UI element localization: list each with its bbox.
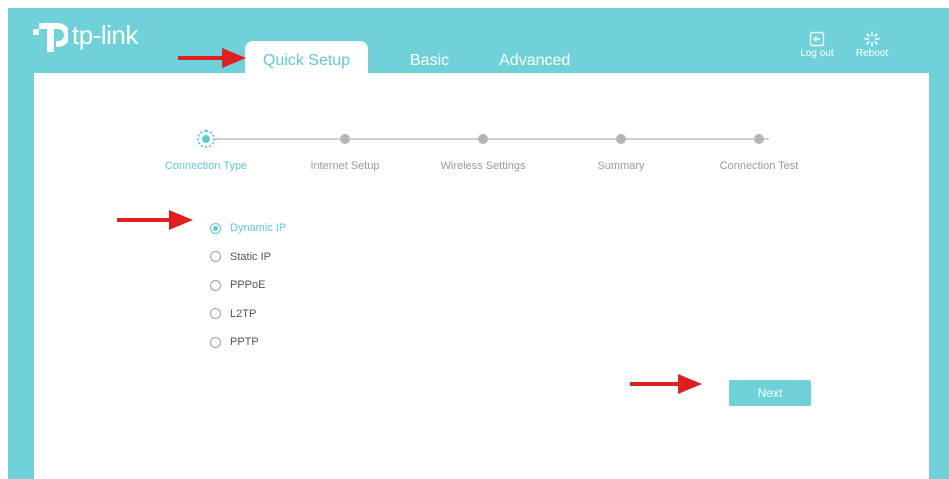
stepper-track: [215, 138, 769, 140]
app-frame: tp-link Quick Setup Basic Advanced Log o…: [8, 8, 949, 479]
option-dynamic-ip[interactable]: Dynamic IP: [210, 220, 286, 236]
option-label-static-ip: Static IP: [230, 250, 271, 263]
next-button[interactable]: Next: [729, 380, 811, 406]
step-dot-internet-setup: [340, 134, 350, 144]
tp-link-logo-icon: [33, 23, 68, 52]
option-pppoe[interactable]: PPPoE: [210, 277, 286, 293]
option-label-l2tp: L2TP: [230, 307, 257, 320]
option-pptp[interactable]: PPTP: [210, 334, 286, 350]
step-dot-connection-test: [754, 134, 764, 144]
reboot-icon: [864, 31, 880, 47]
tp-link-logo: tp-link: [30, 16, 138, 54]
step-label-connection-type: Connection Type: [164, 160, 248, 172]
radio-pptp[interactable]: [210, 336, 221, 348]
reboot-button[interactable]: Reboot: [850, 31, 894, 59]
radio-pppoe[interactable]: [210, 279, 221, 291]
connection-type-options: Dynamic IP Static IP PPPoE L2TP PPTP: [210, 220, 286, 363]
reboot-label: Reboot: [855, 48, 889, 59]
annotation-arrow-dynamic-ip: [117, 210, 193, 230]
radio-static-ip[interactable]: [210, 251, 221, 262]
setup-stepper: Connection Type Internet Setup Wireless …: [34, 123, 929, 183]
annotation-arrow-quick-setup: [178, 48, 246, 68]
step-label-summary: Summary: [597, 160, 645, 172]
step-label-internet-setup: Internet Setup: [310, 160, 380, 172]
step-dot-summary: [616, 134, 626, 144]
option-label-dynamic-ip: Dynamic IP: [230, 222, 287, 234]
logout-label: Log out: [800, 48, 834, 59]
step-dot-wireless-settings: [478, 134, 488, 144]
logout-icon: [809, 31, 825, 47]
step-label-wireless-settings: Wireless Settings: [440, 160, 526, 172]
option-label-pptp: PPTP: [230, 336, 259, 348]
radio-l2tp[interactable]: [210, 308, 221, 319]
logo-text: tp-link: [72, 19, 138, 50]
step-label-connection-test: Connection Test: [719, 160, 799, 172]
quick-setup-panel: Connection Type Internet Setup Wireless …: [34, 73, 929, 479]
radio-dynamic-ip[interactable]: [210, 222, 221, 234]
annotation-arrow-next: [630, 374, 702, 394]
option-l2tp[interactable]: L2TP: [210, 306, 286, 322]
logout-button[interactable]: Log out: [795, 31, 839, 59]
option-label-pppoe: PPPoE: [230, 279, 266, 291]
option-static-ip[interactable]: Static IP: [210, 249, 286, 265]
step-dot-connection-type: [197, 130, 215, 148]
